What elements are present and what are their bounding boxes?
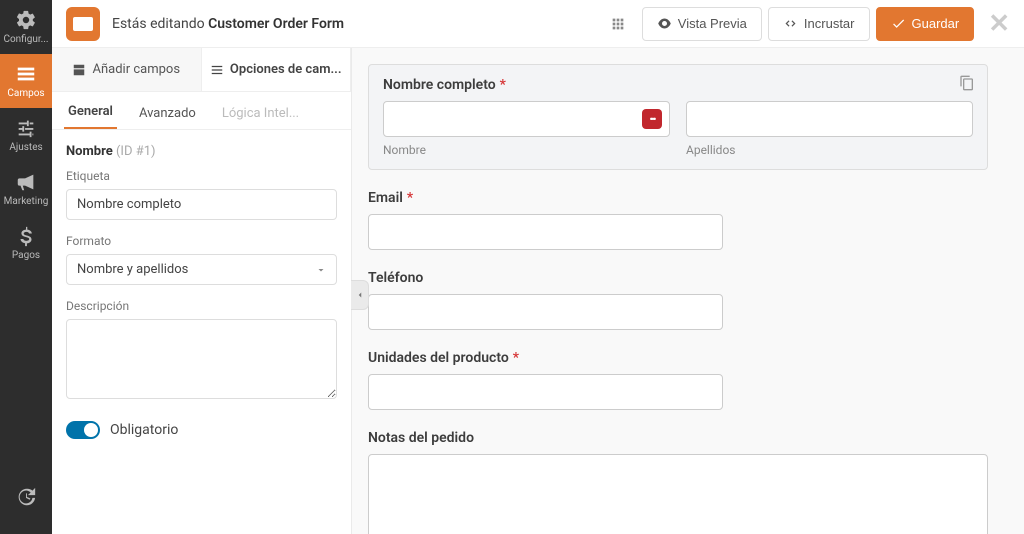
required-asterisk: * — [407, 190, 413, 206]
options-icon — [210, 63, 224, 77]
preview-field-notes[interactable]: Notas del pedido — [368, 430, 988, 534]
nav-label: Pagos — [12, 250, 40, 261]
gear-icon — [15, 9, 37, 31]
embed-button[interactable]: Incrustar — [768, 7, 870, 41]
embed-label: Incrustar — [804, 16, 855, 31]
required-asterisk: * — [513, 350, 519, 366]
label-formato: Formato — [66, 234, 337, 248]
sublabel-firstname: Nombre — [383, 143, 670, 157]
required-asterisk: * — [500, 77, 506, 93]
chevron-left-icon — [355, 290, 365, 300]
nav-fields[interactable]: Campos — [0, 54, 52, 108]
list-icon — [15, 63, 37, 85]
tab-options-label: Opciones de cam... — [230, 62, 342, 77]
history-icon — [15, 486, 37, 508]
tab-add-label: Añadir campos — [92, 62, 180, 77]
top-bar: Estás editando Customer Order Form Vista… — [52, 0, 1024, 48]
input-units[interactable] — [368, 374, 723, 410]
toggle-required[interactable] — [66, 421, 100, 439]
field-label: Notas del pedido — [368, 430, 988, 446]
nav-label: Ajustes — [9, 142, 42, 153]
required-label: Obligatorio — [110, 422, 178, 438]
nav-label: Marketing — [4, 196, 49, 207]
nav-configure[interactable]: Configur... — [0, 0, 52, 54]
select-formato[interactable]: Nombre y apellidos — [66, 254, 337, 285]
input-phone[interactable] — [368, 294, 723, 330]
field-title: Nombre (ID #1) — [66, 144, 337, 159]
left-nav: Configur... Campos Ajustes Marketing Pag… — [0, 0, 52, 534]
layout-icon — [72, 63, 86, 77]
check-icon — [891, 16, 906, 31]
textarea-notes[interactable] — [368, 454, 988, 534]
label-descripcion: Descripción — [66, 299, 337, 313]
editing-prefix: Estás editando — [112, 16, 208, 32]
field-label: Unidades del producto* — [368, 350, 988, 366]
app-logo — [66, 7, 100, 41]
field-label: Nombre completo* — [383, 77, 973, 93]
required-row: Obligatorio — [66, 421, 337, 439]
label-text: Unidades del producto — [368, 350, 509, 366]
panel-subtabs: General Avanzado Lógica Intel... — [52, 92, 351, 130]
field-label: Email* — [368, 190, 988, 206]
field-id: (ID #1) — [116, 144, 156, 159]
nav-payments[interactable]: Pagos — [0, 216, 52, 270]
nav-label: Campos — [7, 88, 44, 99]
save-label: Guardar — [912, 16, 960, 31]
nav-settings[interactable]: Ajustes — [0, 108, 52, 162]
input-firstname[interactable] — [383, 101, 670, 137]
subtab-general[interactable]: General — [64, 96, 117, 129]
collapse-panel-handle[interactable] — [351, 280, 369, 310]
form-name: Customer Order Form — [208, 16, 344, 32]
sublabel-lastname: Apellidos — [686, 143, 973, 157]
editing-label: Estás editando Customer Order Form — [112, 16, 344, 32]
subtab-logic[interactable]: Lógica Intel... — [218, 98, 303, 129]
preview-button[interactable]: Vista Previa — [642, 7, 762, 41]
input-etiqueta[interactable] — [66, 189, 337, 220]
nav-history[interactable] — [0, 470, 52, 524]
tab-add-fields[interactable]: Añadir campos — [52, 48, 202, 91]
close-button[interactable]: ✕ — [988, 9, 1010, 39]
field-panel: Añadir campos Opciones de cam... General… — [52, 48, 352, 534]
input-lastname[interactable] — [686, 101, 973, 137]
password-manager-icon[interactable]: ••• — [642, 109, 662, 129]
save-button[interactable]: Guardar — [876, 7, 975, 41]
code-icon — [783, 16, 798, 31]
preview-field-phone[interactable]: Teléfono — [368, 270, 988, 330]
preview-label: Vista Previa — [678, 16, 747, 31]
tab-field-options[interactable]: Opciones de cam... — [202, 48, 352, 91]
label-etiqueta: Etiqueta — [66, 169, 337, 183]
preview-field-name[interactable]: Nombre completo* ••• Nombre Apellidos — [368, 64, 988, 170]
label-text: Nombre completo — [383, 77, 496, 93]
nav-marketing[interactable]: Marketing — [0, 162, 52, 216]
nav-label: Configur... — [3, 34, 48, 45]
field-label: Teléfono — [368, 270, 988, 286]
input-email[interactable] — [368, 214, 723, 250]
apps-icon[interactable] — [610, 16, 626, 32]
textarea-descripcion[interactable] — [66, 319, 337, 399]
megaphone-icon — [15, 171, 37, 193]
panel-body: Nombre (ID #1) Etiqueta Formato Nombre y… — [52, 130, 351, 534]
duplicate-icon[interactable] — [959, 75, 975, 91]
form-preview: Nombre completo* ••• Nombre Apellidos Em… — [352, 48, 1024, 534]
preview-field-email[interactable]: Email* — [368, 190, 988, 250]
preview-field-units[interactable]: Unidades del producto* — [368, 350, 988, 410]
eye-icon — [657, 16, 672, 31]
dollar-icon — [15, 225, 37, 247]
field-name: Nombre — [66, 144, 113, 159]
panel-tabs: Añadir campos Opciones de cam... — [52, 48, 351, 92]
subtab-advanced[interactable]: Avanzado — [135, 98, 200, 129]
sliders-icon — [15, 117, 37, 139]
label-text: Email — [368, 190, 403, 206]
